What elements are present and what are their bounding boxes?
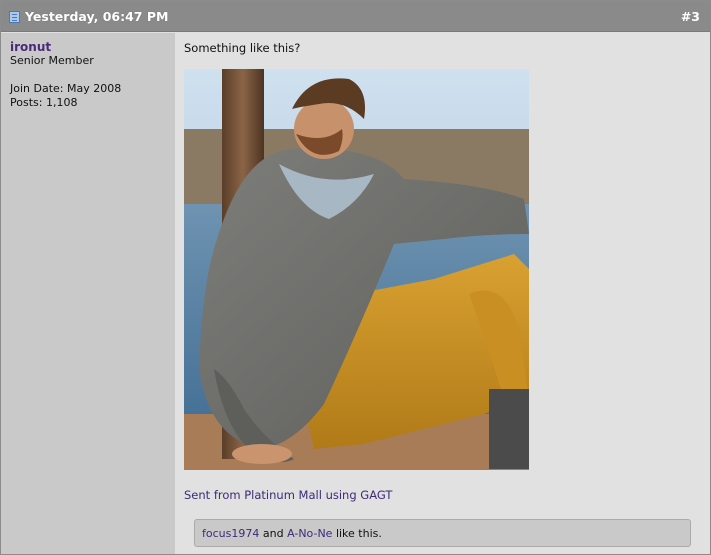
- user-title: Senior Member: [10, 54, 94, 67]
- message-text: Something like this?: [184, 41, 301, 55]
- signature-link[interactable]: Sent from Platinum Mall using GAGT: [184, 488, 392, 502]
- post-header: Yesterday, 06:47 PM #3: [1, 1, 710, 32]
- post-image[interactable]: [184, 69, 529, 470]
- post-content: Something like this? Sent from Platinum …: [175, 33, 710, 554]
- post-date: Yesterday, 06:47 PM: [25, 9, 169, 24]
- like-user-focus1974[interactable]: focus1974: [202, 527, 259, 540]
- forum-post: Yesterday, 06:47 PM #3 ironut Senior Mem…: [0, 0, 711, 555]
- username-link[interactable]: ironut: [10, 40, 51, 54]
- join-date: Join Date: May 2008: [10, 82, 122, 95]
- likes-suffix: like this.: [332, 527, 382, 540]
- likes-and: and: [259, 527, 288, 540]
- post-number-link[interactable]: #3: [681, 9, 700, 24]
- posts-count: Posts: 1,108: [10, 96, 78, 109]
- user-info-panel: ironut Senior Member Join Date: May 2008…: [1, 33, 175, 554]
- like-user-a-no-ne[interactable]: A-No-Ne: [287, 527, 332, 540]
- likes-box: focus1974 and A-No-Ne like this.: [194, 519, 691, 547]
- post-status-icon: [9, 11, 20, 23]
